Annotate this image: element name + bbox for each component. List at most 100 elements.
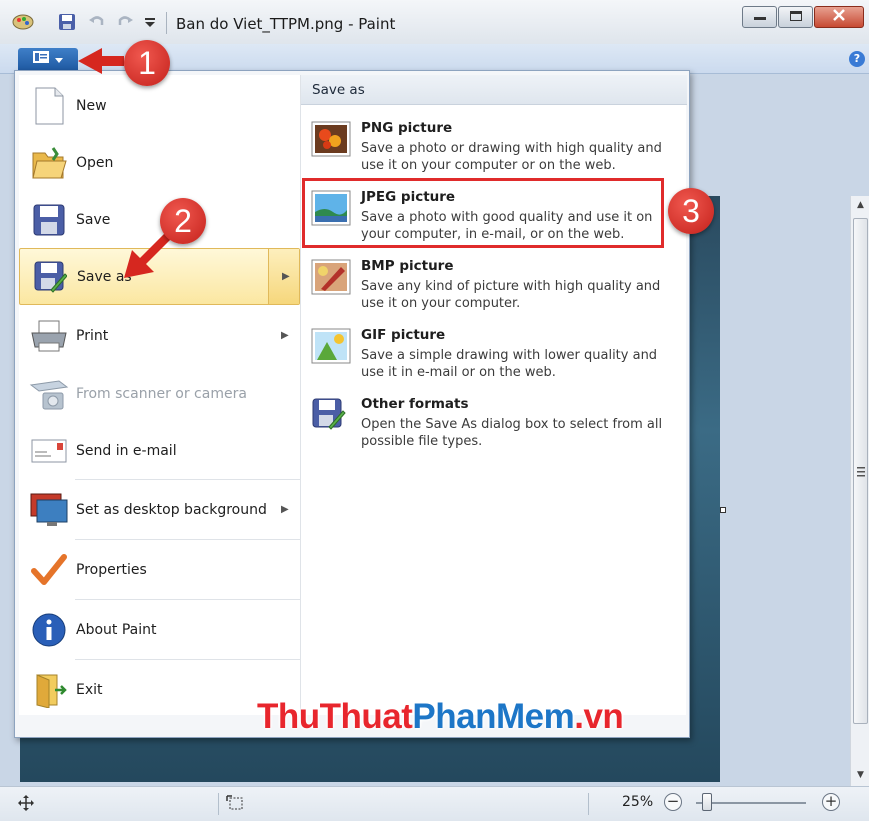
customize-toolbar-icon[interactable] bbox=[144, 17, 156, 32]
watermark-part-2: PhanMem bbox=[412, 697, 575, 736]
save-option-name: Other formats bbox=[361, 396, 469, 412]
site-watermark: ThuThuatPhanMem.vn bbox=[257, 697, 624, 737]
step1-arrow-icon bbox=[78, 48, 124, 74]
save-option-name: GIF picture bbox=[361, 327, 446, 343]
title-bar: Ban do Viet_TTPM.png - Paint bbox=[0, 0, 869, 44]
submenu-arrow-icon: ▶ bbox=[281, 330, 289, 341]
minimize-button[interactable] bbox=[742, 6, 777, 28]
submenu-arrow-icon: ▶ bbox=[281, 504, 289, 515]
open-folder-icon bbox=[29, 143, 69, 183]
menu-item-label: Open bbox=[76, 154, 114, 171]
save-option-description: Save any kind of picture with high quali… bbox=[361, 279, 661, 311]
save-option-gif[interactable]: GIF picture Save a simple drawing with l… bbox=[301, 324, 687, 393]
new-document-icon bbox=[29, 86, 69, 126]
save-option-png[interactable]: PNG picture Save a photo or drawing with… bbox=[301, 117, 687, 186]
scroll-down-icon[interactable]: ▼ bbox=[851, 766, 869, 784]
menu-item-open[interactable]: Open bbox=[19, 134, 300, 191]
vertical-scrollbar[interactable]: ▲ ▼ bbox=[850, 196, 869, 786]
menu-divider bbox=[75, 599, 300, 600]
zoom-slider-thumb[interactable] bbox=[702, 793, 712, 811]
save-option-description: Save a photo or drawing with high qualit… bbox=[361, 141, 662, 173]
save-as-panel: Save as PNG picture Save a photo or draw… bbox=[300, 75, 687, 715]
grip-icon bbox=[857, 467, 865, 477]
save-option-name: PNG picture bbox=[361, 120, 453, 136]
save-option-description: Open the Save As dialog box to select fr… bbox=[361, 417, 663, 449]
info-icon bbox=[29, 610, 69, 650]
menu-item-label: About Paint bbox=[76, 621, 157, 638]
menu-item-label: Exit bbox=[76, 681, 103, 698]
menu-item-label: Send in e-mail bbox=[76, 442, 177, 459]
exit-icon bbox=[29, 670, 69, 710]
canvas-resize-handle[interactable] bbox=[720, 507, 726, 513]
email-icon bbox=[29, 431, 69, 471]
undo-icon[interactable] bbox=[88, 13, 106, 35]
close-button[interactable] bbox=[814, 6, 864, 28]
zoom-out-button[interactable]: − bbox=[664, 793, 682, 811]
status-separator bbox=[218, 793, 219, 815]
watermark-part-1: ThuThuat bbox=[257, 697, 413, 736]
watermark-part-3: .vn bbox=[574, 697, 624, 736]
menu-divider bbox=[75, 659, 300, 660]
save-option-description: Save a simple drawing with lower quality… bbox=[361, 348, 658, 380]
paint-menu-button[interactable] bbox=[18, 48, 78, 70]
menu-command-list: New Open Save Save as ▶ Print ▶ From sca… bbox=[19, 75, 300, 715]
step2-badge: 2 bbox=[160, 198, 206, 244]
paint-app-icon bbox=[12, 13, 34, 35]
scroll-up-icon[interactable]: ▲ bbox=[851, 196, 869, 214]
status-separator bbox=[588, 793, 589, 815]
zoom-slider-track[interactable] bbox=[696, 802, 806, 804]
menu-item-label: Properties bbox=[76, 561, 147, 578]
help-icon[interactable]: ? bbox=[849, 51, 865, 67]
menu-item-label: New bbox=[76, 97, 107, 114]
menu-item-properties[interactable]: Properties bbox=[19, 541, 300, 598]
zoom-in-button[interactable]: + bbox=[822, 793, 840, 811]
save-as-panel-header: Save as bbox=[301, 75, 687, 105]
selection-size-icon bbox=[226, 795, 244, 815]
menu-item-about[interactable]: About Paint bbox=[19, 601, 300, 658]
title-separator bbox=[166, 12, 167, 34]
maximize-icon bbox=[789, 10, 802, 25]
menu-item-label: Save bbox=[76, 211, 111, 228]
menu-item-new[interactable]: New bbox=[19, 77, 300, 134]
save-as-split-line bbox=[268, 249, 269, 304]
submenu-arrow-icon: ▶ bbox=[282, 271, 290, 282]
gif-picture-icon bbox=[311, 328, 351, 368]
cursor-position-icon bbox=[18, 795, 34, 815]
menu-item-label: Print bbox=[76, 327, 109, 344]
close-icon bbox=[832, 9, 846, 25]
menu-item-label: Set as desktop background bbox=[76, 501, 267, 518]
menu-list-icon bbox=[33, 51, 49, 67]
zoom-level: 25% bbox=[622, 794, 654, 810]
paint-application-menu: New Open Save Save as ▶ Print ▶ From sca… bbox=[14, 70, 690, 738]
png-picture-icon bbox=[311, 121, 351, 161]
printer-icon bbox=[29, 316, 69, 356]
menu-divider bbox=[75, 479, 300, 480]
save-disk-icon bbox=[29, 200, 69, 240]
minimize-icon bbox=[753, 10, 766, 25]
jpeg-highlight-box bbox=[302, 178, 664, 248]
save-as-panel-title: Save as bbox=[312, 82, 365, 98]
menu-item-send-email[interactable]: Send in e-mail bbox=[19, 422, 300, 479]
menu-item-desktop-background[interactable]: Set as desktop background ▶ bbox=[19, 481, 300, 538]
bmp-picture-icon bbox=[311, 259, 351, 299]
menu-item-label: From scanner or camera bbox=[76, 385, 247, 402]
step1-badge: 1 bbox=[124, 40, 170, 86]
maximize-button[interactable] bbox=[778, 6, 813, 28]
window-title: Ban do Viet_TTPM.png - Paint bbox=[176, 15, 396, 33]
save-as-icon bbox=[30, 257, 70, 297]
other-formats-icon bbox=[311, 397, 351, 437]
checkmark-icon bbox=[29, 550, 69, 590]
scanner-icon bbox=[29, 374, 69, 414]
scrollbar-thumb[interactable] bbox=[853, 218, 868, 724]
menu-item-print[interactable]: Print ▶ bbox=[19, 307, 300, 364]
step3-badge: 3 bbox=[668, 188, 714, 234]
quick-save-icon[interactable] bbox=[58, 13, 76, 35]
menu-divider bbox=[75, 539, 300, 540]
save-option-other-formats[interactable]: Other formats Open the Save As dialog bo… bbox=[301, 393, 687, 462]
save-option-name: BMP picture bbox=[361, 258, 454, 274]
save-option-bmp[interactable]: BMP picture Save any kind of picture wit… bbox=[301, 255, 687, 324]
monitor-icon bbox=[29, 490, 69, 530]
menu-item-scanner: From scanner or camera bbox=[19, 365, 300, 422]
menu-dropdown-icon bbox=[55, 52, 63, 67]
redo-icon[interactable] bbox=[116, 13, 134, 35]
